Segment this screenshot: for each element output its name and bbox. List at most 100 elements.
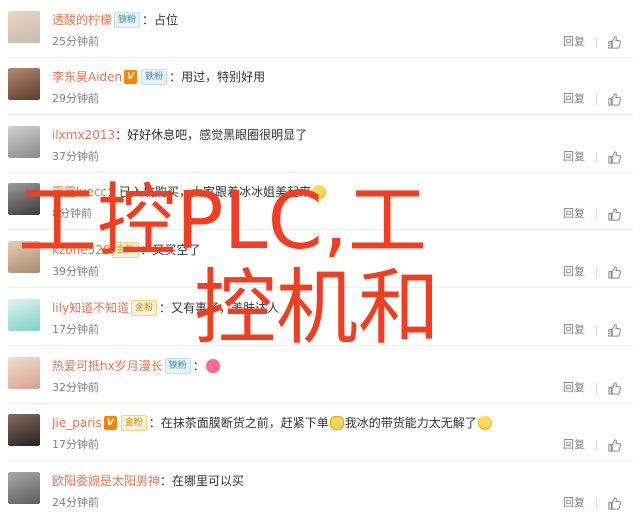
comment-time: 29分钟前 — [52, 92, 99, 105]
fan-badge[interactable]: 铁粉 — [164, 357, 191, 374]
comment-time: 25分钟前 — [52, 35, 99, 48]
username-link[interactable]: 欧阳委婉是太阳男神 — [52, 474, 160, 488]
thumbs-up-icon[interactable] — [607, 150, 622, 165]
username-link[interactable]: ilxmx2013 — [52, 128, 115, 142]
comment-text-continued: 我冰的带货能力太无解了 — [344, 416, 477, 430]
reply-button[interactable]: 回复 — [563, 206, 585, 222]
comment-list: 透酸的柠檬 铁粉 ：占位 25分钟前 回复 李东昊Aiden V 铁粉 ：用过，特别好用 29分钟… — [0, 0, 641, 529]
thumbs-up-icon[interactable] — [607, 35, 622, 50]
action-divider — [596, 208, 597, 220]
vip-badge[interactable]: V — [124, 69, 138, 84]
avatar[interactable] — [8, 414, 40, 446]
comment-time: 8分钟前 — [52, 207, 92, 220]
comment-actions: 回复 — [563, 34, 622, 50]
reply-button[interactable]: 回复 — [563, 34, 585, 50]
comment-item: kzone520 金粉 ：又买空了 39分钟前 回复 — [0, 230, 641, 288]
gold-badge[interactable]: 金粉 — [120, 414, 147, 431]
avatar[interactable] — [8, 11, 40, 43]
reply-button[interactable]: 回复 — [563, 149, 585, 165]
thumbs-up-icon[interactable] — [607, 92, 622, 107]
comment-actions: 回复 — [563, 264, 622, 280]
comment-item: 欧阳委婉是太阳男神：在哪里可以买 24分钟前 回复 — [0, 461, 641, 519]
fan-badge[interactable]: 铁粉 — [141, 68, 168, 85]
colon-separator: ： — [169, 70, 182, 84]
comment-actions: 回复 — [563, 91, 622, 107]
thumbs-up-icon[interactable] — [607, 496, 622, 511]
thumbs-up-icon[interactable] — [607, 265, 622, 280]
gold-badge[interactable]: 金粉 — [131, 299, 158, 316]
reply-button[interactable]: 回复 — [563, 437, 585, 453]
reply-button[interactable]: 回复 — [563, 322, 585, 338]
colon-separator: ： — [142, 13, 155, 27]
username-link[interactable]: 热爱可抵hx岁月漫长 — [52, 359, 163, 373]
username-link[interactable]: lily知道不知道 — [52, 301, 129, 315]
colon-separator: ： — [159, 301, 172, 315]
comment-text: 好好休息吧，感觉黑眼圈很明显了 — [127, 128, 308, 142]
smile-emoji — [477, 415, 492, 430]
comment-text: 在抹茶面膜断货之前，赶紧下单 — [160, 416, 329, 430]
comment-line: Jie_paris V 金粉 ：在抹茶面膜断货之前，赶紧下单 我冰的带货能力太无解了 — [52, 413, 631, 433]
avatar[interactable] — [8, 472, 40, 504]
action-divider — [596, 36, 597, 48]
comment-line: 透酸的柠檬 铁粉 ：占位 — [52, 10, 631, 30]
comment-time: 37分钟前 — [52, 150, 99, 163]
avatar[interactable] — [8, 357, 40, 389]
action-divider — [596, 497, 597, 509]
comment-line: lily知道不知道 金粉 ：又有事了，美肤达人 — [52, 298, 631, 318]
reply-button[interactable]: 回复 — [563, 91, 585, 107]
username-link[interactable]: Jie_paris — [52, 416, 102, 430]
vip-badge[interactable]: V — [103, 415, 117, 430]
comment-text: 又买空了 — [152, 243, 201, 257]
comment-actions: 回复 — [563, 206, 622, 222]
comment-text: 已入坑购买，大家跟着冰冰姐美起来 — [119, 185, 312, 199]
reply-button[interactable]: 回复 — [563, 380, 585, 396]
avatar[interactable] — [8, 299, 40, 331]
comment-time: 24分钟前 — [52, 496, 99, 509]
comment-time: 32分钟前 — [52, 381, 99, 394]
action-divider — [596, 382, 597, 394]
comment-line: 露露lvecc：已入坑购买，大家跟着冰冰姐美起来 — [52, 182, 631, 202]
comment-item: 热爱可抵hx岁月漫长 铁粉： 32分钟前 回复 — [0, 346, 641, 404]
username-link[interactable]: 露露lvecc — [52, 185, 107, 199]
action-divider — [596, 151, 597, 163]
comment-actions: 回复 — [563, 322, 622, 338]
comment-text: 占位 — [154, 13, 179, 27]
colon-separator: ： — [140, 243, 153, 257]
username-link[interactable]: 李东昊Aiden — [52, 70, 122, 84]
username-link[interactable]: kzone520 — [52, 243, 110, 257]
comment-time: 17分钟前 — [52, 438, 99, 451]
reply-button[interactable]: 回复 — [563, 264, 585, 280]
cat-emoji — [329, 415, 344, 430]
username-link[interactable]: 透酸的柠檬 — [52, 13, 112, 27]
comment-text: 又有事了，美肤达人 — [171, 301, 280, 315]
action-divider — [596, 324, 597, 336]
comment-line: 热爱可抵hx岁月漫长 铁粉： — [52, 356, 631, 376]
comment-line: 欧阳委婉是太阳男神：在哪里可以买 — [52, 471, 631, 491]
comment-line: kzone520 金粉 ：又买空了 — [52, 240, 631, 260]
reply-button[interactable]: 回复 — [563, 495, 585, 511]
avatar[interactable] — [8, 68, 40, 100]
colon-separator: ： — [192, 359, 205, 373]
comment-item: Jie_paris V 金粉 ：在抹茶面膜断货之前，赶紧下单 我冰的带货能力太无解了 17… — [0, 403, 641, 461]
fan-badge[interactable]: 铁粉 — [114, 11, 141, 28]
comment-text: 用过，特别好用 — [181, 70, 266, 84]
colon-separator: ： — [160, 474, 173, 488]
comment-line: ilxmx2013：好好休息吧，感觉黑眼圈很明显了 — [52, 125, 631, 145]
comment-item: 透酸的柠檬 铁粉 ：占位 25分钟前 回复 — [0, 0, 641, 58]
thumbs-up-icon[interactable] — [607, 207, 622, 222]
comment-time: 39分钟前 — [52, 265, 99, 278]
thumbs-up-icon[interactable] — [607, 381, 622, 396]
comment-item: lily知道不知道 金粉 ：又有事了，美肤达人 17分钟前 回复 — [0, 288, 641, 346]
colon-separator: ： — [115, 128, 128, 142]
thumbs-up-icon[interactable] — [607, 438, 622, 453]
comment-item: ilxmx2013：好好休息吧，感觉黑眼圈很明显了 37分钟前 回复 — [0, 115, 641, 173]
action-divider — [596, 439, 597, 451]
avatar[interactable] — [8, 183, 40, 215]
avatar[interactable] — [8, 126, 40, 158]
gold-badge[interactable]: 金粉 — [112, 241, 139, 258]
heart-emoji — [205, 358, 220, 373]
avatar[interactable] — [8, 241, 40, 273]
comment-actions: 回复 — [563, 437, 622, 453]
thumbs-up-icon[interactable] — [607, 323, 622, 338]
comment-actions: 回复 — [563, 149, 622, 165]
